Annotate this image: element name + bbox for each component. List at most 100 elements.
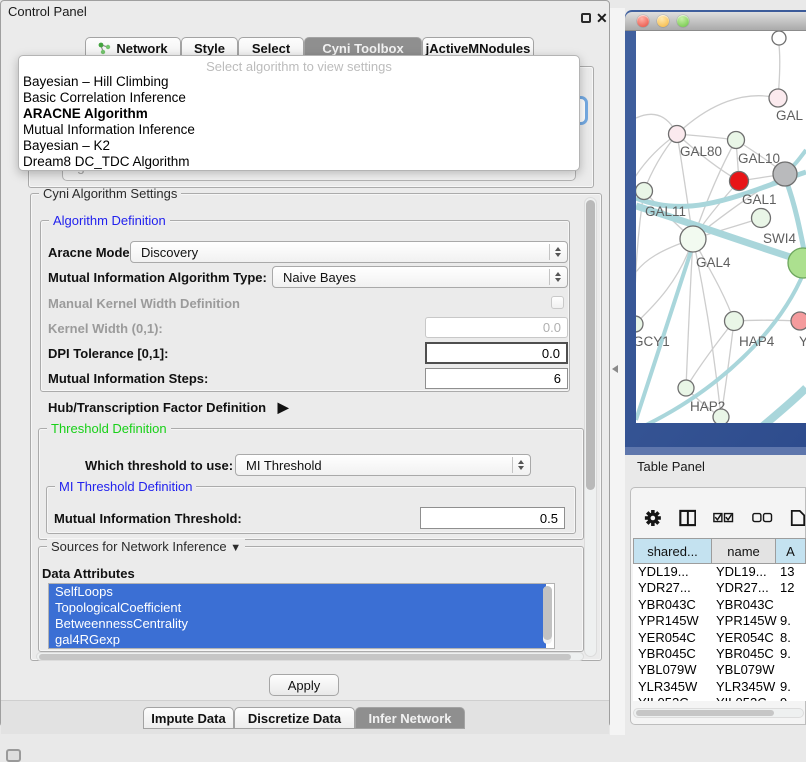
table-row[interactable]: YIL052CYIL052C9: [633, 695, 806, 701]
table-cell[interactable]: YBR045C: [633, 646, 712, 662]
table-cell[interactable]: YBR043C: [712, 597, 776, 613]
network-edge[interactable]: [677, 96, 778, 134]
aracne-mode-combobox[interactable]: Discovery: [130, 241, 568, 263]
minimize-traffic-light-icon[interactable]: [657, 15, 669, 27]
table-row[interactable]: YDL19...YDL19...13: [633, 564, 806, 580]
splitter-collapse-icon[interactable]: [612, 365, 618, 373]
table-cell[interactable]: 13: [776, 564, 806, 580]
dropdown-option[interactable]: Dream8 DC_TDC Algorithm: [19, 154, 579, 170]
tab-infer-network[interactable]: Infer Network: [355, 707, 465, 729]
table-cell[interactable]: [776, 662, 806, 678]
network-edge[interactable]: [644, 134, 677, 191]
table-row[interactable]: YBR045CYBR045C9.: [633, 646, 806, 662]
table-cell[interactable]: YBR043C: [633, 597, 712, 613]
table-cell[interactable]: 9.: [776, 646, 806, 662]
table-cell[interactable]: 9.: [776, 613, 806, 629]
network-node[interactable]: [680, 226, 706, 252]
network-node[interactable]: [728, 132, 745, 149]
column-header-shared-name[interactable]: shared...: [633, 538, 712, 564]
network-node[interactable]: [730, 172, 749, 191]
table-row[interactable]: YBR043CYBR043C: [633, 597, 806, 613]
table-row[interactable]: YDR27...YDR27...12: [633, 580, 806, 596]
table-row[interactable]: YLR345WYLR345W9.: [633, 679, 806, 695]
table-cell[interactable]: [776, 597, 806, 613]
unchecked-checkboxes-icon[interactable]: [752, 511, 773, 525]
table-cell[interactable]: YBR045C: [712, 646, 776, 662]
settings-horizontal-scrollbar[interactable]: [36, 652, 584, 661]
table-cell[interactable]: YLR345W: [712, 679, 776, 695]
network-window-titlebar[interactable]: [625, 12, 806, 31]
mi-algorithm-type-combobox[interactable]: Naive Bayes: [272, 266, 568, 288]
network-node[interactable]: [791, 312, 806, 330]
sources-group-title[interactable]: Sources for Network Inference ▼: [47, 539, 245, 554]
close-icon[interactable]: ✕: [596, 10, 608, 27]
table-cell[interactable]: 8.: [776, 630, 806, 646]
table-cell[interactable]: YER054C: [633, 630, 712, 646]
float-window-icon[interactable]: [581, 13, 591, 23]
network-node[interactable]: [713, 409, 729, 423]
mi-steps-field[interactable]: 6: [425, 368, 568, 389]
table-cell[interactable]: YLR345W: [633, 679, 712, 695]
dropdown-option[interactable]: Bayesian – K2: [19, 138, 579, 154]
table-cell[interactable]: YBL079W: [633, 662, 712, 678]
network-node[interactable]: [636, 183, 653, 200]
network-node[interactable]: [773, 162, 797, 186]
dropdown-option-selected[interactable]: ARACNE Algorithm: [19, 106, 579, 122]
manual-kernel-width-checkbox[interactable]: [551, 296, 564, 309]
network-edge[interactable]: [693, 239, 734, 321]
close-traffic-light-icon[interactable]: [637, 15, 649, 27]
dropdown-option[interactable]: Bayesian – Hill Climbing: [19, 74, 579, 90]
network-node[interactable]: [752, 209, 771, 228]
table-row[interactable]: YBL079WYBL079W: [633, 662, 806, 678]
settings-vertical-scrollbar[interactable]: [584, 197, 597, 657]
column-header-name[interactable]: name: [712, 538, 776, 564]
table-row[interactable]: YPR145WYPR145W9.: [633, 613, 806, 629]
minimized-panel-icon[interactable]: [6, 749, 21, 762]
list-item[interactable]: TopologicalCoefficient: [49, 600, 546, 616]
network-node[interactable]: [769, 89, 787, 107]
hub-definition-toggle[interactable]: Hub/Transcription Factor Definition ▶: [48, 399, 289, 416]
list-item[interactable]: gal4RGexp: [49, 632, 546, 648]
table-cell[interactable]: YDR27...: [633, 580, 712, 596]
network-edge[interactable]: [636, 134, 677, 324]
zoom-traffic-light-icon[interactable]: [677, 15, 689, 27]
table-cell[interactable]: YBL079W: [712, 662, 776, 678]
network-node[interactable]: [678, 380, 694, 396]
dpi-tolerance-field[interactable]: 0.0: [425, 342, 568, 364]
list-item[interactable]: BetweennessCentrality: [49, 616, 546, 632]
table-cell[interactable]: YIL052C: [712, 695, 776, 701]
table-cell[interactable]: 9.: [776, 679, 806, 695]
table-cell[interactable]: YDL19...: [712, 564, 776, 580]
network-node[interactable]: [788, 248, 806, 278]
network-node[interactable]: [669, 126, 686, 143]
kernel-width-field[interactable]: 0.0: [425, 317, 568, 338]
dropdown-option[interactable]: Mutual Information Inference: [19, 122, 579, 138]
columns-icon[interactable]: [679, 508, 697, 528]
gear-icon[interactable]: [644, 508, 662, 528]
column-header-clipped[interactable]: A: [776, 538, 806, 564]
network-node[interactable]: [772, 31, 786, 45]
dropdown-option[interactable]: Basic Correlation Inference: [19, 90, 579, 106]
which-threshold-combobox[interactable]: MI Threshold: [235, 454, 531, 476]
table-cell[interactable]: YDR27...: [712, 580, 776, 596]
checked-checkboxes-icon[interactable]: [713, 511, 734, 525]
network-edge[interactable]: [756, 388, 806, 423]
table-cell[interactable]: YDL19...: [633, 564, 712, 580]
table-horizontal-scrollbar[interactable]: [633, 708, 804, 718]
table-cell[interactable]: YPR145W: [712, 613, 776, 629]
table-cell[interactable]: YIL052C: [633, 695, 712, 701]
list-vertical-scrollbar[interactable]: [543, 586, 552, 644]
mi-threshold-field[interactable]: 0.5: [420, 507, 565, 529]
table-cell[interactable]: 12: [776, 580, 806, 596]
apply-button[interactable]: Apply: [269, 674, 339, 696]
table-cell[interactable]: 9: [776, 695, 806, 701]
table-cell[interactable]: YER054C: [712, 630, 776, 646]
list-item[interactable]: SelfLoops: [49, 584, 546, 600]
table-cell[interactable]: YPR145W: [633, 613, 712, 629]
network-view-canvas[interactable]: GALGAL80GAL10GAL1GAL11SWI4GAL4GCY1HAP4YH…: [636, 31, 806, 423]
tab-discretize-data[interactable]: Discretize Data: [234, 707, 355, 729]
table-row[interactable]: YER054CYER054C8.: [633, 630, 806, 646]
network-edge[interactable]: [636, 239, 693, 324]
network-node[interactable]: [636, 316, 643, 332]
document-icon[interactable]: [790, 508, 806, 528]
